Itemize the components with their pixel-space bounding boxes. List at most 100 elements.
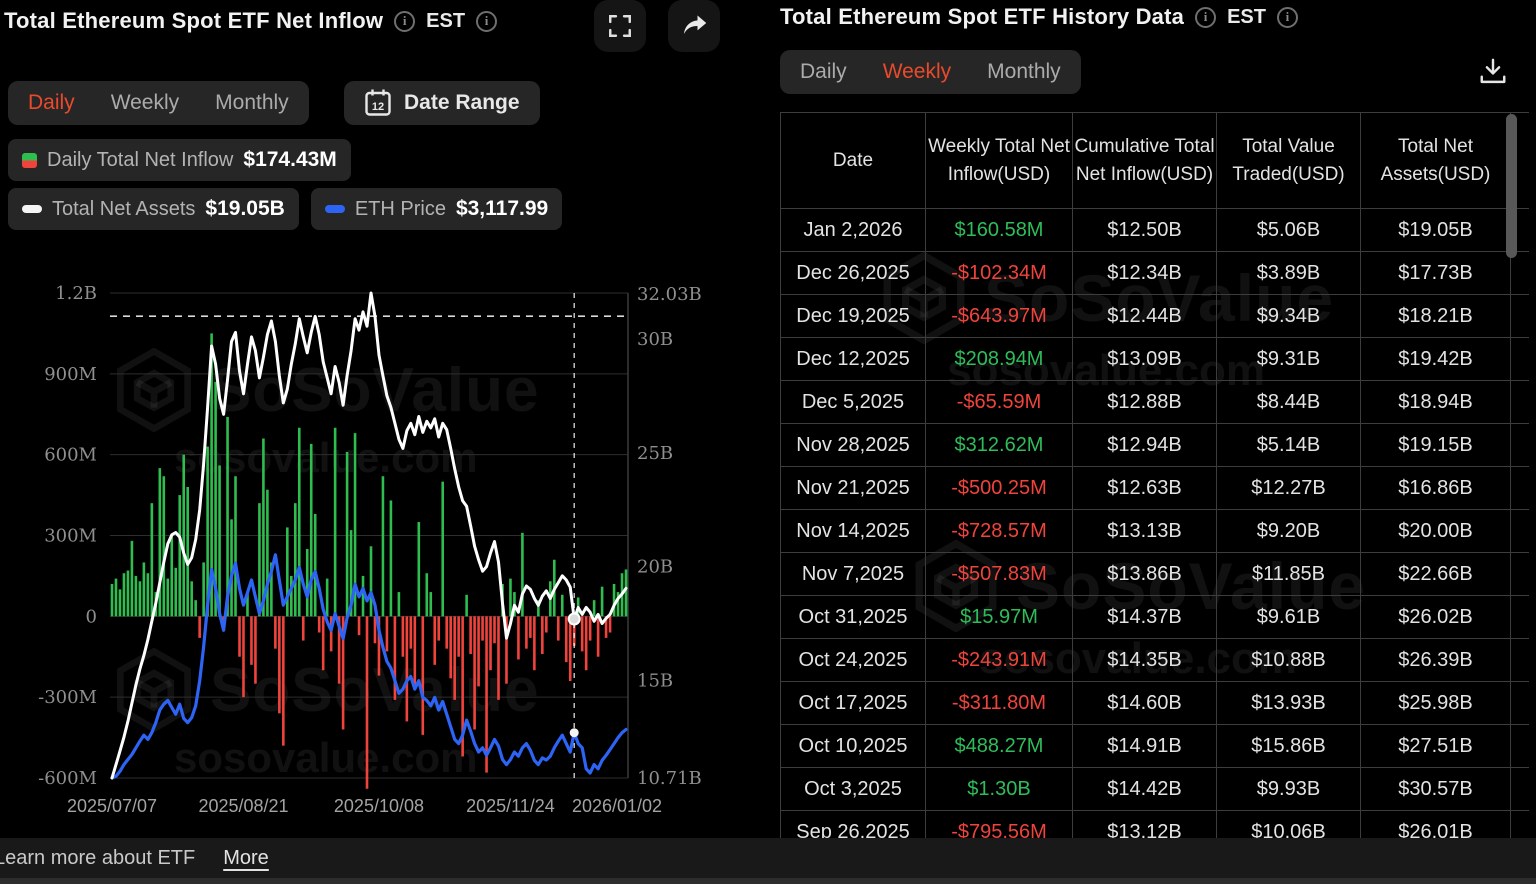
footer-bar: Learn more about ETF More bbox=[0, 838, 1536, 878]
info-icon[interactable]: i bbox=[1195, 7, 1216, 28]
chart-period-tabs: Daily Weekly Monthly bbox=[8, 81, 309, 125]
legend-label: Total Net Assets bbox=[52, 198, 195, 221]
cell-date: Dec 19,2025 bbox=[781, 295, 926, 338]
cell-weekly-inflow: $1.30B bbox=[926, 768, 1073, 811]
table-row: Nov 7,2025-$507.83M$13.86B$11.85B$22.66B bbox=[781, 553, 1529, 596]
table-period-tabs: Daily Weekly Monthly bbox=[780, 50, 1081, 94]
cell-net-assets: $27.51B bbox=[1361, 725, 1511, 768]
cell-weekly-inflow: $312.62M bbox=[926, 424, 1073, 467]
fullscreen-button[interactable] bbox=[594, 0, 646, 52]
cell-value-traded: $9.31B bbox=[1217, 338, 1361, 381]
table-header-row: DateWeekly Total Net Inflow(USD)Cumulati… bbox=[781, 113, 1529, 209]
legend-daily-net-inflow[interactable]: Daily Total Net Inflow $174.43M bbox=[8, 139, 351, 181]
table-row: Dec 19,2025-$643.97M$12.44B$9.34B$18.21B bbox=[781, 295, 1529, 338]
cell-cumulative-inflow: $14.42B bbox=[1073, 768, 1217, 811]
cell-value-traded: $10.06B bbox=[1217, 811, 1361, 839]
cell-net-assets: $20.00B bbox=[1361, 510, 1511, 553]
cell-date: Jan 2,2026 bbox=[781, 209, 926, 252]
tab-weekly[interactable]: Weekly bbox=[111, 91, 179, 115]
cell-value-traded: $9.34B bbox=[1217, 295, 1361, 338]
download-button[interactable] bbox=[1470, 50, 1516, 94]
svg-text:2025/08/21: 2025/08/21 bbox=[198, 796, 288, 816]
bar-series-swatch-icon bbox=[22, 153, 37, 168]
share-icon bbox=[680, 13, 708, 39]
cell-date: Oct 10,2025 bbox=[781, 725, 926, 768]
scroll-gutter bbox=[1511, 639, 1529, 682]
legend-eth-price[interactable]: ETH Price $3,117.99 bbox=[311, 188, 562, 230]
bottom-divider bbox=[0, 878, 1536, 884]
scroll-gutter bbox=[1511, 252, 1529, 295]
scroll-gutter bbox=[1511, 553, 1529, 596]
svg-text:2025/07/07: 2025/07/07 bbox=[67, 796, 157, 816]
legend-value: $3,117.99 bbox=[456, 197, 548, 221]
info-icon[interactable]: i bbox=[476, 11, 497, 32]
cell-date: Nov 14,2025 bbox=[781, 510, 926, 553]
tab-daily[interactable]: Daily bbox=[28, 91, 75, 115]
cell-net-assets: $19.15B bbox=[1361, 424, 1511, 467]
cell-date: Sep 26,2025 bbox=[781, 811, 926, 839]
tab-weekly[interactable]: Weekly bbox=[883, 60, 951, 84]
legend-row-1: Daily Total Net Inflow $174.43M bbox=[8, 139, 351, 181]
cell-value-traded: $10.88B bbox=[1217, 639, 1361, 682]
calendar-icon: 12 bbox=[364, 88, 392, 118]
table-panel-title: Total Ethereum Spot ETF History Data bbox=[780, 4, 1184, 30]
cell-weekly-inflow: -$795.56M bbox=[926, 811, 1073, 839]
info-icon[interactable]: i bbox=[1277, 7, 1298, 28]
scroll-gutter bbox=[1511, 295, 1529, 338]
cell-date: Dec 12,2025 bbox=[781, 338, 926, 381]
white-line-swatch-icon bbox=[22, 205, 42, 213]
cell-net-assets: $16.86B bbox=[1361, 467, 1511, 510]
chart-plot-area[interactable] bbox=[110, 293, 628, 778]
tab-monthly[interactable]: Monthly bbox=[987, 60, 1061, 84]
svg-text:0: 0 bbox=[86, 606, 97, 627]
cell-date: Oct 17,2025 bbox=[781, 682, 926, 725]
table-row: Dec 5,2025-$65.59M$12.88B$8.44B$18.94B bbox=[781, 381, 1529, 424]
chart-title-row: Total Ethereum Spot ETF Net Inflow i EST… bbox=[4, 8, 497, 34]
cell-net-assets: $19.42B bbox=[1361, 338, 1511, 381]
legend-row-2: Total Net Assets $19.05B ETH Price $3,11… bbox=[8, 188, 562, 230]
table-row: Oct 10,2025$488.27M$14.91B$15.86B$27.51B bbox=[781, 725, 1529, 768]
cell-value-traded: $13.93B bbox=[1217, 682, 1361, 725]
share-button[interactable] bbox=[668, 0, 720, 52]
cell-net-assets: $26.01B bbox=[1361, 811, 1511, 839]
scroll-gutter bbox=[1511, 510, 1529, 553]
timezone-label: EST bbox=[426, 10, 465, 33]
table-row: Sep 26,2025-$795.56M$13.12B$10.06B$26.01… bbox=[781, 811, 1529, 839]
net-inflow-chart-panel: Total Ethereum Spot ETF Net Inflow i EST… bbox=[0, 0, 760, 838]
footer-more-link[interactable]: More bbox=[223, 847, 269, 870]
tab-monthly[interactable]: Monthly bbox=[215, 91, 289, 115]
svg-text:30B: 30B bbox=[637, 329, 673, 350]
history-data-table: DateWeekly Total Net Inflow(USD)Cumulati… bbox=[780, 112, 1529, 838]
cell-value-traded: $11.85B bbox=[1217, 553, 1361, 596]
scroll-gutter bbox=[1511, 682, 1529, 725]
legend-value: $174.43M bbox=[243, 148, 336, 172]
cell-cumulative-inflow: $12.63B bbox=[1073, 467, 1217, 510]
history-data-panel: Total Ethereum Spot ETF History Data i E… bbox=[770, 0, 1536, 838]
cell-date: Oct 3,2025 bbox=[781, 768, 926, 811]
info-icon[interactable]: i bbox=[394, 11, 415, 32]
cell-weekly-inflow: $15.97M bbox=[926, 596, 1073, 639]
cell-cumulative-inflow: $14.60B bbox=[1073, 682, 1217, 725]
footer-text: Learn more about ETF bbox=[0, 847, 195, 870]
column-header: Weekly Total Net Inflow(USD) bbox=[926, 113, 1073, 209]
svg-text:900M: 900M bbox=[44, 364, 97, 385]
cell-value-traded: $5.06B bbox=[1217, 209, 1361, 252]
legend-total-net-assets[interactable]: Total Net Assets $19.05B bbox=[8, 188, 299, 230]
cell-weekly-inflow: $208.94M bbox=[926, 338, 1073, 381]
svg-text:2026/01/02: 2026/01/02 bbox=[572, 796, 662, 816]
cell-weekly-inflow: -$500.25M bbox=[926, 467, 1073, 510]
svg-text:300M: 300M bbox=[44, 526, 97, 547]
cell-cumulative-inflow: $12.94B bbox=[1073, 424, 1217, 467]
table-scrollbar-thumb[interactable] bbox=[1506, 114, 1517, 258]
cell-value-traded: $8.44B bbox=[1217, 381, 1361, 424]
date-range-button[interactable]: 12 Date Range bbox=[344, 81, 540, 125]
tab-daily[interactable]: Daily bbox=[800, 60, 847, 84]
cell-weekly-inflow: $160.58M bbox=[926, 209, 1073, 252]
fullscreen-icon bbox=[607, 13, 633, 39]
svg-text:10.71B: 10.71B bbox=[637, 768, 702, 789]
legend-value: $19.05B bbox=[205, 197, 284, 221]
table-row: Oct 3,2025$1.30B$14.42B$9.93B$30.57B bbox=[781, 768, 1529, 811]
table-title-row: Total Ethereum Spot ETF History Data i E… bbox=[780, 4, 1298, 30]
legend-label: ETH Price bbox=[355, 198, 446, 221]
cell-cumulative-inflow: $14.37B bbox=[1073, 596, 1217, 639]
